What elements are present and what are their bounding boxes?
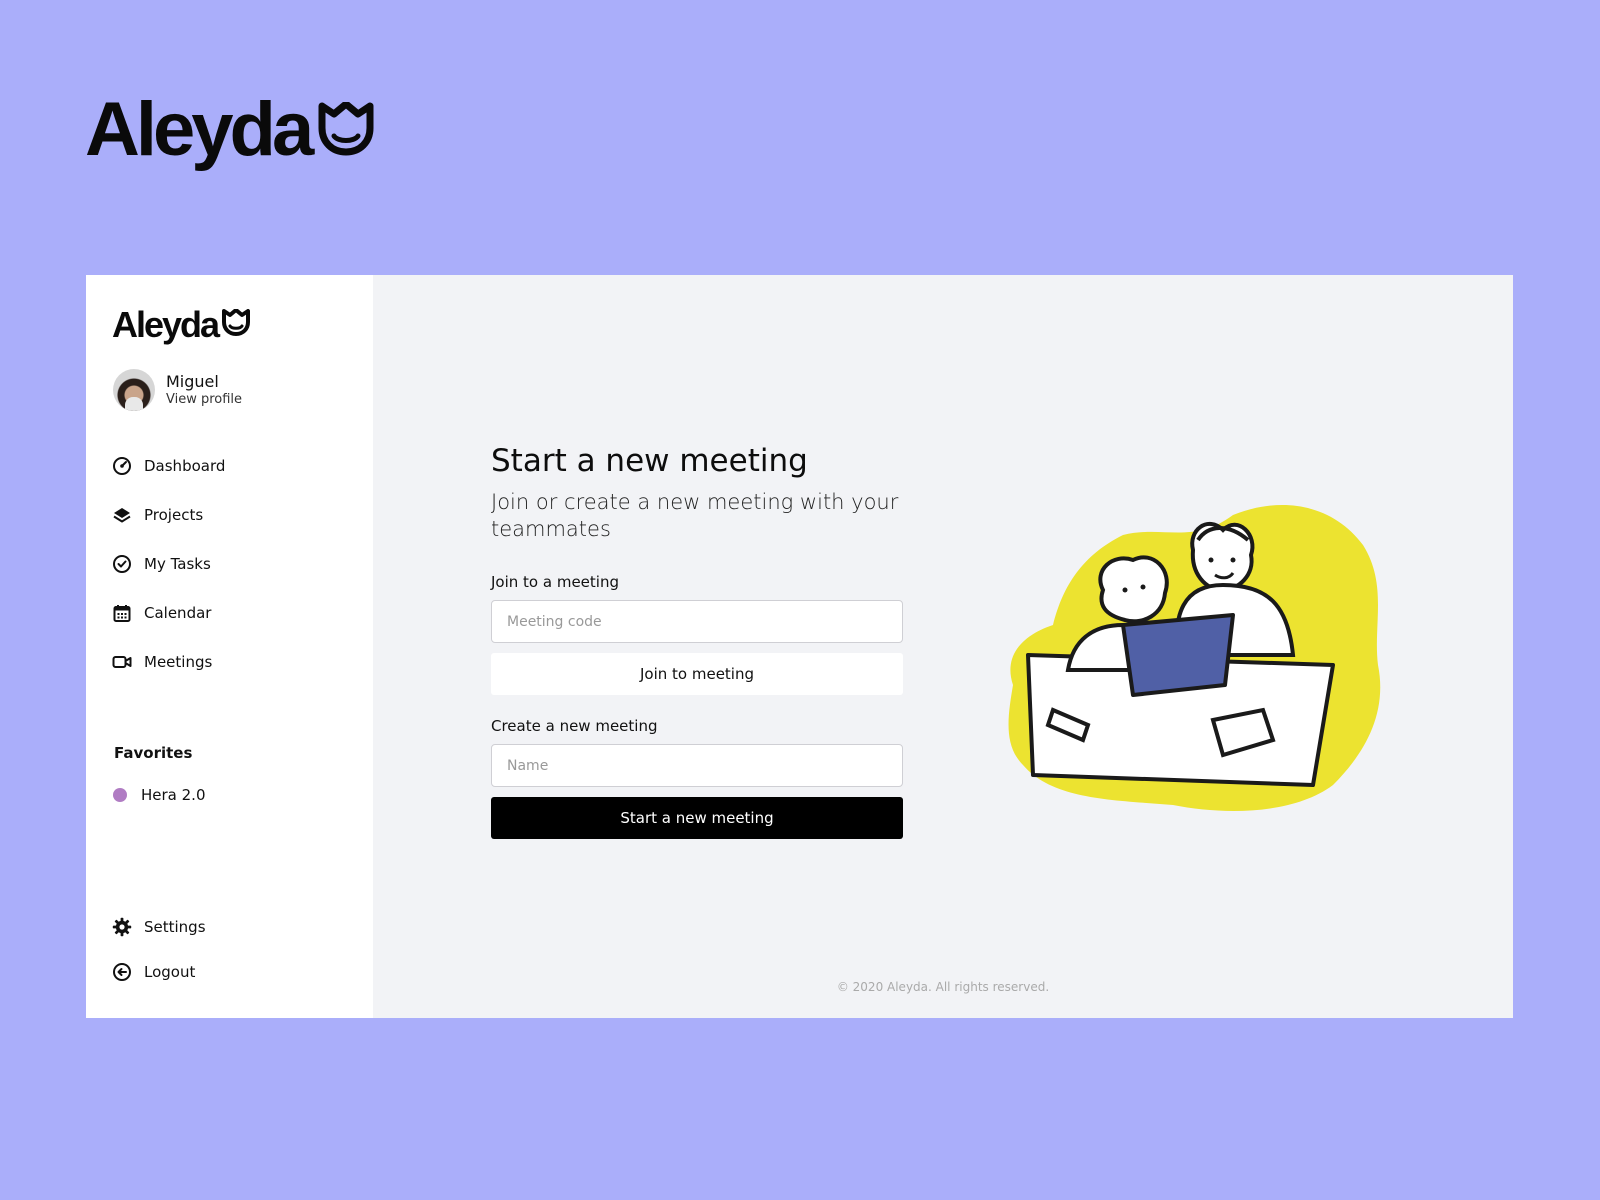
video-icon — [112, 652, 132, 672]
dashboard-icon — [112, 456, 132, 476]
main-content: Start a new meeting Join or create a new… — [373, 275, 1513, 1018]
logout-icon — [112, 962, 132, 982]
sidebar: Aleyda Miguel View profile Dashboard Pro… — [86, 275, 373, 1018]
sidebar-item-dashboard[interactable]: Dashboard — [112, 441, 373, 490]
sidebar-item-meetings[interactable]: Meetings — [112, 637, 373, 686]
sidebar-bottom-nav: Settings Logout — [112, 904, 206, 994]
brand-logo: Aleyda — [85, 92, 374, 168]
sidebar-item-logout[interactable]: Logout — [112, 949, 206, 994]
sidebar-item-label: Settings — [144, 917, 206, 936]
tulip-icon — [222, 309, 251, 336]
create-meeting-label: Create a new meeting — [491, 717, 658, 735]
sidebar-item-label: Calendar — [144, 603, 212, 622]
sidebar-nav: Dashboard Projects My Tasks Calendar Mee… — [112, 441, 373, 686]
page-title: Start a new meeting — [491, 443, 808, 479]
sidebar-item-label: Meetings — [144, 652, 213, 671]
sidebar-item-label: Dashboard — [144, 456, 226, 475]
calendar-icon — [112, 603, 132, 623]
tulip-icon — [318, 102, 374, 156]
favorite-item-hera[interactable]: Hera 2.0 — [113, 786, 373, 804]
sidebar-item-label: Logout — [144, 962, 196, 981]
sidebar-item-label: My Tasks — [144, 554, 211, 573]
meeting-form: Start a new meeting Join or create a new… — [491, 443, 903, 839]
app-window: Aleyda Miguel View profile Dashboard Pro… — [86, 275, 1513, 1018]
page-subtitle: Join or create a new meeting with your t… — [491, 490, 899, 541]
user-profile[interactable]: Miguel View profile — [113, 369, 373, 411]
meeting-name-input[interactable]: Name — [491, 744, 903, 787]
sidebar-item-calendar[interactable]: Calendar — [112, 588, 373, 637]
sidebar-item-my-tasks[interactable]: My Tasks — [112, 539, 373, 588]
meeting-illustration — [1008, 505, 1381, 811]
favorite-item-label: Hera 2.0 — [141, 786, 206, 804]
footer-copyright: © 2020 Aleyda. All rights reserved. — [836, 980, 1050, 994]
sidebar-wordmark: Aleyda — [112, 304, 220, 345]
brand-wordmark: Aleyda — [85, 87, 314, 172]
meeting-code-input[interactable]: Meeting code — [491, 600, 903, 643]
sidebar-item-settings[interactable]: Settings — [112, 904, 206, 949]
avatar[interactable] — [113, 369, 155, 411]
gear-icon — [112, 917, 132, 937]
sidebar-logo[interactable]: Aleyda — [112, 303, 373, 343]
start-meeting-button[interactable]: Start a new meeting — [491, 797, 903, 839]
join-meeting-button[interactable]: Join to meeting — [491, 653, 903, 695]
user-name: Miguel — [166, 372, 219, 391]
check-circle-icon — [112, 554, 132, 574]
sidebar-item-label: Projects — [144, 505, 204, 524]
sidebar-item-projects[interactable]: Projects — [112, 490, 373, 539]
view-profile-link[interactable]: View profile — [166, 392, 242, 408]
favorite-color-dot — [113, 788, 127, 802]
layers-icon — [112, 505, 132, 525]
favorites-heading: Favorites — [114, 744, 193, 762]
join-meeting-label: Join to a meeting — [491, 573, 619, 591]
